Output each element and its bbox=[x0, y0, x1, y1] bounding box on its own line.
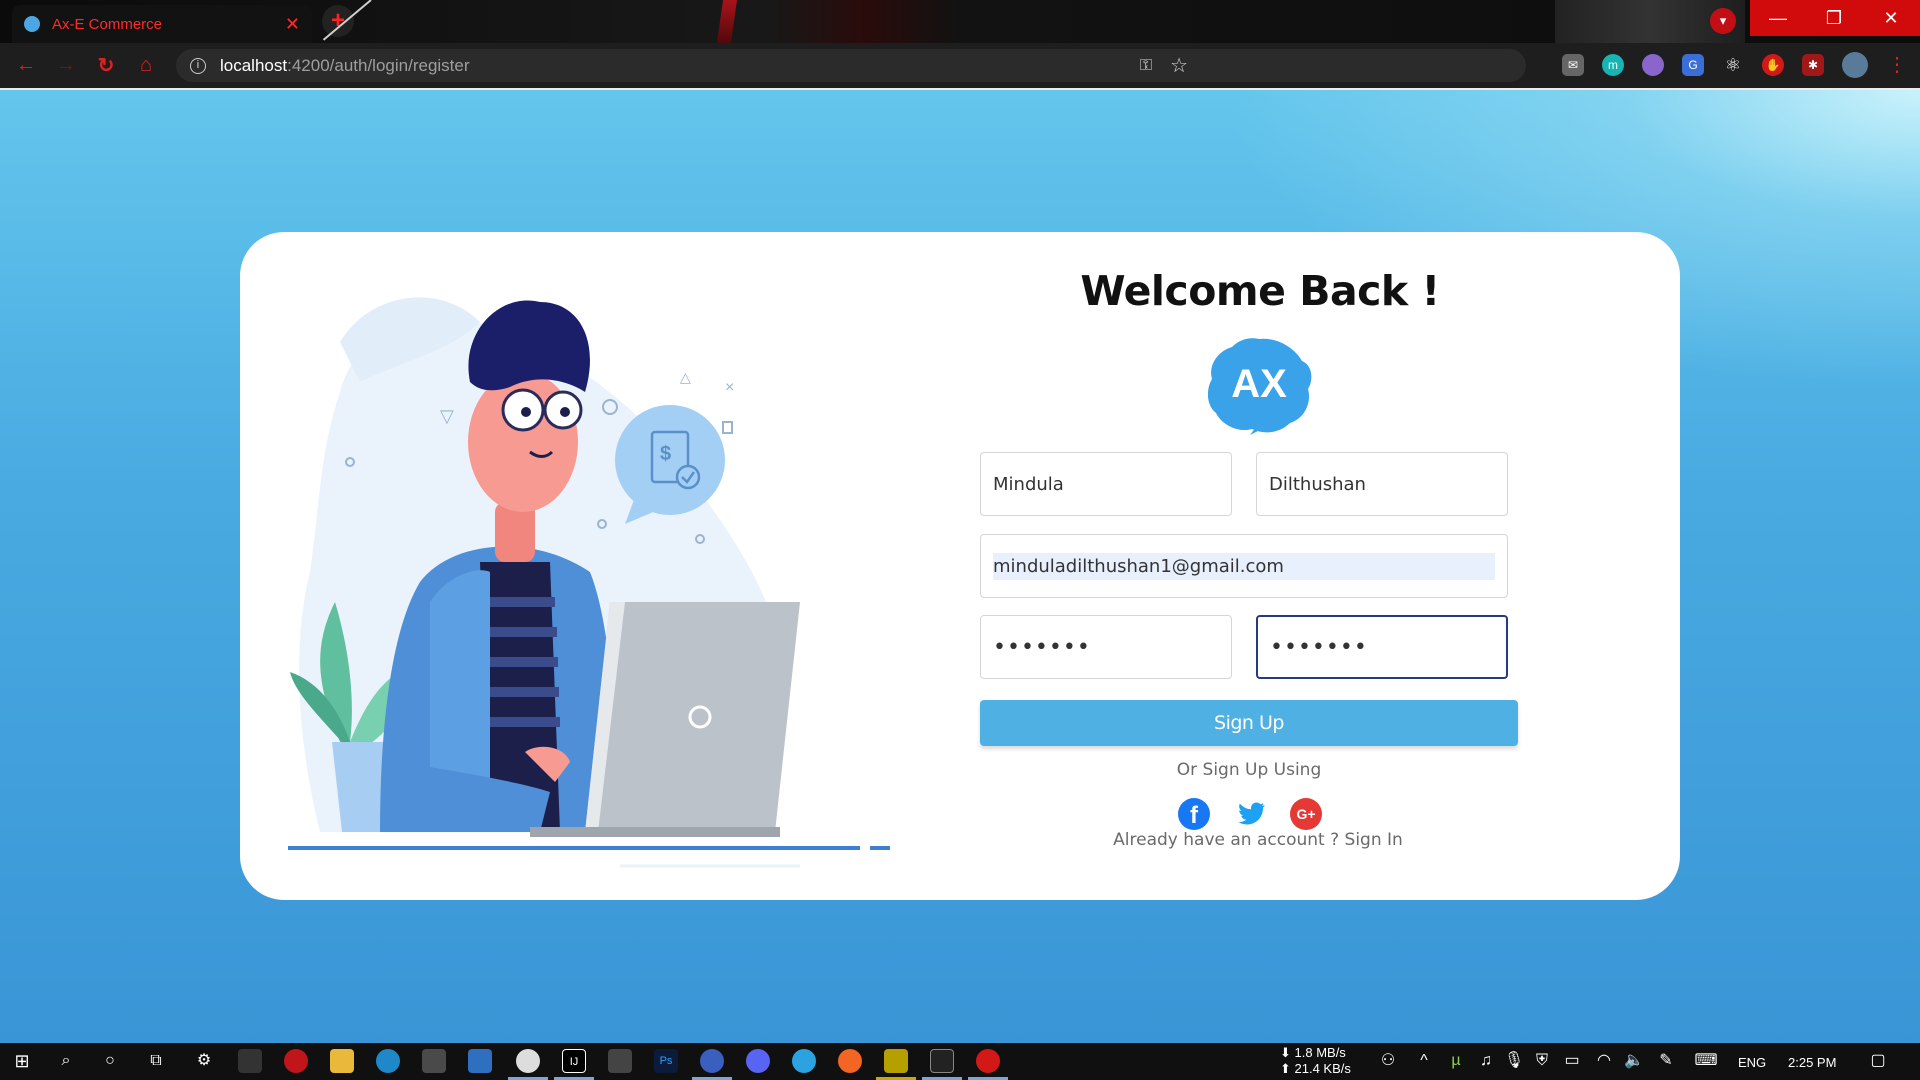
window-close-button[interactable]: ✕ bbox=[1862, 0, 1920, 36]
postman-icon[interactable] bbox=[838, 1049, 862, 1073]
signup-button[interactable]: Sign Up bbox=[980, 700, 1518, 746]
url-path: :4200/auth/login/register bbox=[287, 55, 470, 75]
cortana-icon[interactable]: ○ bbox=[98, 1049, 122, 1073]
mail-icon[interactable] bbox=[468, 1049, 492, 1073]
red-app-icon[interactable] bbox=[284, 1049, 308, 1073]
photoshop-icon[interactable]: Ps bbox=[654, 1049, 678, 1073]
wifi-icon[interactable]: ◠ bbox=[1592, 1049, 1616, 1073]
intellij-icon[interactable]: IJ bbox=[562, 1049, 586, 1073]
discord-icon[interactable] bbox=[746, 1049, 770, 1073]
first-name-field[interactable]: Mindula bbox=[980, 452, 1232, 516]
ax-logo: AX bbox=[1207, 338, 1312, 435]
microphone-icon[interactable]: 🎙 bbox=[1502, 1049, 1526, 1073]
security-shield-icon[interactable]: ⛨ bbox=[1530, 1049, 1554, 1073]
settings-gear-icon[interactable]: ⚙ bbox=[192, 1049, 216, 1073]
google-plus-icon[interactable]: G+ bbox=[1290, 798, 1322, 830]
people-icon[interactable]: ⚇ bbox=[1376, 1049, 1400, 1073]
browser-toolbar: ← → ↻ ⌂ i localhost:4200/auth/login/regi… bbox=[0, 43, 1920, 88]
svg-text:▽: ▽ bbox=[440, 406, 454, 426]
media-control-icon[interactable]: ▾ bbox=[1710, 8, 1736, 34]
mouse-app-icon[interactable] bbox=[238, 1049, 262, 1073]
file-explorer-icon[interactable] bbox=[330, 1049, 354, 1073]
cmd-icon[interactable] bbox=[930, 1049, 954, 1073]
password-field[interactable]: ••••••• bbox=[980, 615, 1232, 679]
new-tab-button[interactable]: + bbox=[322, 5, 354, 37]
twitter-icon[interactable] bbox=[1235, 798, 1267, 830]
browser-tab[interactable]: Ax-E Commerce ✕ bbox=[12, 5, 312, 43]
drop-extension-icon[interactable] bbox=[1642, 54, 1664, 76]
person-laptop-illustration: ▽ △ × $ bbox=[288, 297, 890, 868]
menu-kebab-icon[interactable]: ⋮ bbox=[1886, 54, 1908, 76]
url-host: localhost bbox=[220, 55, 288, 75]
task-view-icon[interactable]: ⧉ bbox=[144, 1049, 168, 1073]
maximize-button[interactable]: ❐ bbox=[1806, 0, 1862, 36]
net-up: 21.4 KB/s bbox=[1294, 1061, 1351, 1076]
edge-icon[interactable] bbox=[376, 1049, 400, 1073]
volume-mixer-icon[interactable]: ♫ bbox=[1474, 1049, 1498, 1073]
windows-start-icon[interactable]: ⊞ bbox=[10, 1049, 34, 1073]
page-background: ▽ △ × $ Welcome Back ! AX Mindula Dilthu… bbox=[0, 88, 1920, 1043]
react-extension-icon[interactable]: ⚛ bbox=[1722, 54, 1744, 76]
bookmark-star-icon[interactable]: ☆ bbox=[1170, 53, 1188, 78]
favicon-icon bbox=[24, 16, 40, 32]
notifications-icon[interactable]: ▢ bbox=[1866, 1049, 1890, 1073]
app-icon[interactable] bbox=[700, 1049, 724, 1073]
register-form: Welcome Back ! AX Mindula Dilthushan min… bbox=[980, 232, 1540, 900]
tray-chevron-icon[interactable]: ^ bbox=[1412, 1049, 1436, 1073]
password-key-icon[interactable]: ⚿ bbox=[1140, 57, 1152, 75]
page-title: Welcome Back ! bbox=[1080, 267, 1440, 315]
chrome-icon[interactable] bbox=[516, 1049, 540, 1073]
last-name-field[interactable]: Dilthushan bbox=[1256, 452, 1508, 516]
profile-avatar[interactable] bbox=[1842, 52, 1868, 78]
register-card: ▽ △ × $ Welcome Back ! AX Mindula Dilthu… bbox=[240, 232, 1680, 900]
battery-icon[interactable]: ▭ bbox=[1560, 1049, 1584, 1073]
telegram-icon[interactable] bbox=[792, 1049, 816, 1073]
clock[interactable]: 2:25 PM bbox=[1788, 1055, 1836, 1070]
network-speed: ⬇ 1.8 MB/s ⬆ 21.4 KB/s bbox=[1280, 1045, 1351, 1076]
svg-text:$: $ bbox=[660, 443, 671, 465]
forward-icon[interactable]: → bbox=[46, 54, 86, 77]
utorrent-icon[interactable]: µ bbox=[1444, 1049, 1468, 1073]
home-icon[interactable]: ⌂ bbox=[126, 54, 166, 77]
gmail-extension-icon[interactable]: ✉ bbox=[1562, 54, 1584, 76]
facebook-icon[interactable]: f bbox=[1178, 798, 1210, 830]
social-login-group: f G+ bbox=[1178, 798, 1328, 832]
minimize-button[interactable]: — bbox=[1750, 0, 1806, 36]
windows-taskbar: ⊞ ⌕ ○ ⧉ ⚙ IJ Ps ⬇ 1.8 MB/s ⬆ 21.4 KB/s ⚇… bbox=[0, 1043, 1920, 1080]
email-field[interactable]: minduladilthushan1@gmail.com bbox=[980, 534, 1508, 598]
theme-decoration bbox=[716, 0, 738, 43]
m-extension-icon[interactable]: m bbox=[1602, 54, 1624, 76]
stop-extension-icon[interactable]: ✋ bbox=[1762, 54, 1784, 76]
email-value: minduladilthushan1@gmail.com bbox=[993, 552, 1495, 580]
svg-text:△: △ bbox=[680, 369, 691, 385]
net-down: 1.8 MB/s bbox=[1294, 1045, 1346, 1060]
translate-extension-icon[interactable]: G bbox=[1682, 54, 1704, 76]
red-app-icon[interactable] bbox=[976, 1049, 1000, 1073]
browser-tabstrip: Ax-E Commerce ✕ + ▾ — ❐ ✕ bbox=[0, 0, 1920, 43]
logo-text: AX bbox=[1231, 362, 1287, 406]
address-bar[interactable]: i localhost:4200/auth/login/register ⚿ ☆ bbox=[176, 49, 1526, 82]
clapper-app-icon[interactable] bbox=[884, 1049, 908, 1073]
svg-text:×: × bbox=[725, 379, 734, 396]
pen-icon[interactable]: ✎ bbox=[1654, 1049, 1678, 1073]
terminal-app-icon[interactable] bbox=[608, 1049, 632, 1073]
puzzle-extension-icon[interactable]: ✱ bbox=[1802, 54, 1824, 76]
signin-link[interactable]: Already have an account ? Sign In bbox=[980, 830, 1536, 850]
reload-icon[interactable]: ↻ bbox=[86, 53, 126, 78]
speaker-icon[interactable]: 🔈 bbox=[1622, 1049, 1646, 1073]
tab-close-icon[interactable]: ✕ bbox=[285, 14, 300, 35]
keyboard-icon[interactable]: ⌨ bbox=[1694, 1049, 1718, 1073]
store-icon[interactable] bbox=[422, 1049, 446, 1073]
language-indicator[interactable]: ENG bbox=[1738, 1055, 1766, 1070]
back-icon[interactable]: ← bbox=[6, 54, 46, 77]
or-signup-text: Or Sign Up Using bbox=[1176, 760, 1322, 780]
site-info-icon[interactable]: i bbox=[190, 57, 206, 74]
tab-title: Ax-E Commerce bbox=[52, 15, 163, 33]
confirm-password-field[interactable]: ••••••• bbox=[1256, 615, 1508, 679]
search-icon[interactable]: ⌕ bbox=[54, 1049, 78, 1073]
